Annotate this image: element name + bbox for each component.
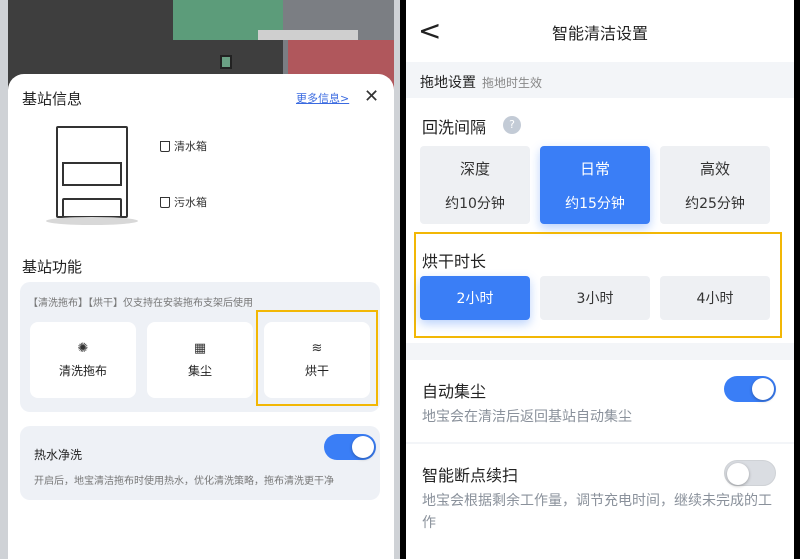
- mop-settings-note: 拖地时生效: [482, 76, 543, 90]
- hot-water-card: 热水净洗 开启后，地宝清洁拖布时使用热水，优化清洗策略，拖布清洗更干净: [20, 426, 380, 500]
- water-tank-icon: [160, 140, 170, 152]
- resume-row: 智能断点续扫 地宝会根据剩余工作量，调节充电时间，继续未完成的工作: [406, 444, 794, 559]
- nav-bar: < 智能清洁设置: [406, 0, 794, 62]
- toggle-knob: [752, 378, 774, 400]
- base-station-illustration: [56, 126, 128, 218]
- auto-dust-row: 自动集尘 地宝会在清洁后返回基站自动集尘: [406, 360, 794, 442]
- auto-dust-toggle[interactable]: [724, 376, 776, 402]
- hot-water-toggle[interactable]: [324, 434, 376, 460]
- rewash-option-daily[interactable]: 日常 约15分钟: [540, 146, 650, 224]
- resume-toggle[interactable]: [724, 460, 776, 486]
- auto-dust-desc: 地宝会在清洁后返回基站自动集尘: [422, 409, 632, 425]
- dirty-tank-slot: [62, 198, 122, 218]
- robot-marker: [220, 55, 232, 69]
- resume-title: 智能断点续扫: [422, 466, 519, 485]
- hot-water-desc: 开启后，地宝清洁拖布时使用热水，优化清洗策略，拖布清洗更干净: [34, 476, 334, 487]
- water-tank-icon: [160, 196, 170, 208]
- dust-bag-icon: ▦: [193, 341, 207, 356]
- hot-water-title: 热水净洗: [34, 448, 83, 462]
- functions-note: 【清洗拖布】【烘干】仅支持在安装拖布支架后使用: [28, 298, 253, 309]
- page-title: 智能清洁设置: [551, 24, 648, 43]
- toggle-knob: [727, 463, 749, 485]
- clean-tank-slot: [62, 162, 122, 186]
- base-info-sheet: 基站信息 更多信息> ✕ 清水箱 污水箱 基站功能 【清洗拖布】【烘干】仅支持在…: [8, 74, 394, 559]
- rewash-option-deep[interactable]: 深度 约10分钟: [420, 146, 530, 224]
- dry-option-2h[interactable]: 2小时: [420, 276, 530, 320]
- auto-dust-title: 自动集尘: [422, 382, 487, 401]
- dirty-tank-label: 污水箱: [160, 194, 207, 210]
- help-icon[interactable]: ?: [503, 116, 521, 134]
- dry-option-4h[interactable]: 4小时: [660, 276, 770, 320]
- functions-title: 基站功能: [22, 258, 83, 276]
- rewash-option-efficient[interactable]: 高效 约25分钟: [660, 146, 770, 224]
- rewash-title: 回洗间隔: [422, 118, 487, 137]
- smart-clean-settings: < 智能清洁设置 拖地设置 拖地时生效 回洗间隔 ? 深度 约10分钟 日常 约1…: [406, 0, 794, 559]
- dry-highlight-box: [256, 310, 378, 406]
- mop-settings-header: 拖地设置 拖地时生效: [420, 75, 543, 91]
- close-icon[interactable]: ✕: [364, 86, 379, 107]
- mop-wash-button[interactable]: ✺ 清洗拖布: [30, 322, 136, 398]
- dust-collect-button[interactable]: ▦ 集尘: [147, 322, 253, 398]
- dry-option-3h[interactable]: 3小时: [540, 276, 650, 320]
- clean-tank-label: 清水箱: [160, 138, 207, 154]
- resume-desc: 地宝会根据剩余工作量，调节充电时间，继续未完成的工作: [422, 493, 772, 531]
- station-shadow: [46, 217, 138, 225]
- base-station-panel: 基站信息 更多信息> ✕ 清水箱 污水箱 基站功能 【清洗拖布】【烘干】仅支持在…: [0, 0, 400, 559]
- mop-wash-icon: ✺: [77, 341, 89, 356]
- more-info-link[interactable]: 更多信息>: [296, 90, 349, 106]
- sheet-title: 基站信息: [22, 90, 83, 108]
- map-wall: [258, 30, 358, 40]
- toggle-knob: [352, 436, 374, 458]
- dry-duration-title: 烘干时长: [422, 252, 487, 271]
